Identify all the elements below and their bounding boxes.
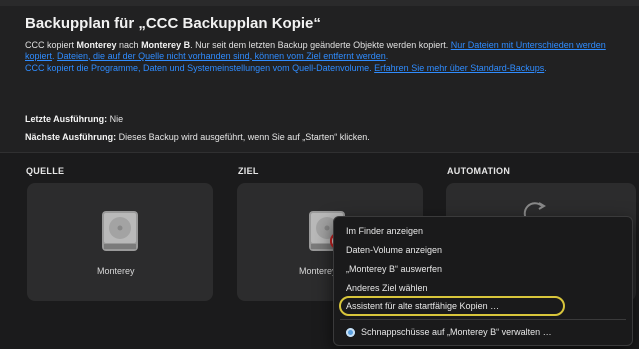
source-disk-label: Monterey [97,266,135,276]
menu-item-show-in-finder[interactable]: Im Finder anzeigen [346,226,423,236]
last-run: Letzte Ausführung: Nie [25,114,124,124]
menu-item-show-data-volume[interactable]: Daten-Volume anzeigen [346,245,442,255]
menu-item-choose-other-target[interactable]: Anderes Ziel wählen [346,283,428,293]
column-header-target: ZIEL [238,166,259,176]
next-run: Nächste Ausführung: Dieses Backup wird a… [25,132,370,142]
source-selector[interactable]: Monterey [27,183,213,301]
column-header-automation: AUTOMATION [447,166,511,176]
hard-disk-icon [102,211,138,251]
menu-item-eject[interactable]: „Monterey B“ auswerfen [346,264,442,274]
menu-separator [340,319,626,320]
source-name: Monterey [76,40,117,50]
menu-item-manage-snapshots[interactable]: Schnappschüsse auf „Monterey B“ verwalte… [361,327,552,337]
link-mehr-erfahren[interactable]: Erfahren Sie mehr über Standard-Backups [374,63,544,73]
column-header-source: QUELLE [26,166,65,176]
plan-title: Backupplan für „CCC Backupplan Kopie“ [25,15,321,32]
target-name: Monterey B [141,40,191,50]
description-line2: CCC kopiert die Programme, Daten und Sys… [25,63,375,74]
plan-header: Backupplan für „CCC Backupplan Kopie“ CC… [0,6,639,153]
lifebuoy-icon [346,328,355,337]
plan-description: CCC kopiert Monterey nach Monterey B. Nu… [25,40,606,74]
menu-item-legacy-bootable-assistant[interactable]: Assistent für alte startfähige Kopien … [346,301,499,311]
link-dateien-entfernen[interactable]: Dateien, die auf der Quelle nicht vorhan… [57,51,386,61]
target-context-menu: Im Finder anzeigen Daten-Volume anzeigen… [333,216,633,346]
target-disk-label: Monterey B [299,266,333,276]
